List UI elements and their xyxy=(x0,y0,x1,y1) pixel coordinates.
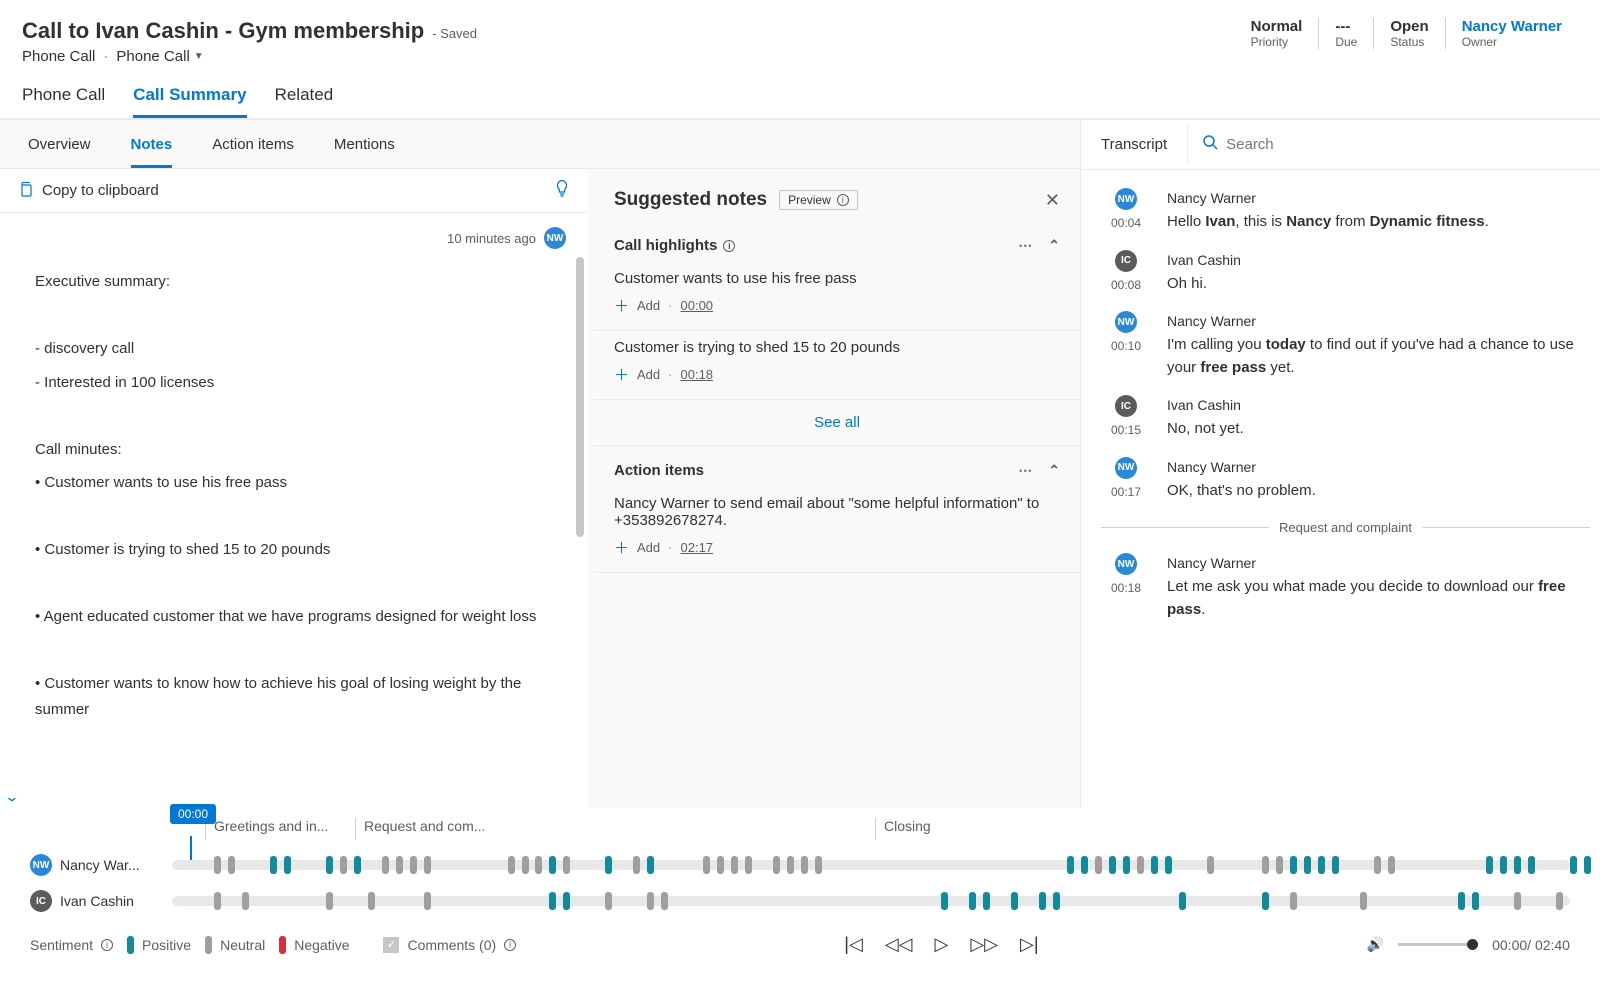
saved-indicator: - Saved xyxy=(432,26,477,41)
forward-icon[interactable]: ▷▷ xyxy=(970,934,998,955)
sentiment-track[interactable] xyxy=(172,896,1570,906)
suggested-notes-title: Suggested notes xyxy=(614,189,767,211)
preview-badge[interactable]: Preview i xyxy=(779,190,858,210)
suggested-notes-pane: Suggested notes Preview i ✕ Call highlig… xyxy=(594,169,1080,808)
transcript-row[interactable]: IC00:15 Ivan CashinNo, not yet. xyxy=(1101,387,1590,449)
header-meta-item: ---Due xyxy=(1318,18,1373,49)
speaker-avatar: NW xyxy=(1115,457,1137,479)
copy-to-clipboard-button[interactable]: Copy to clipboard xyxy=(18,181,159,201)
speaker-avatar: IC xyxy=(1115,395,1137,417)
skip-end-icon[interactable]: ▷| xyxy=(1020,934,1039,955)
scrollbar-thumb[interactable] xyxy=(576,257,584,537)
transcript-row[interactable]: NW00:04 Nancy WarnerHello Ivan, this is … xyxy=(1101,180,1590,242)
speaker-avatar: NW xyxy=(1115,553,1137,575)
sentiment-track[interactable] xyxy=(172,860,1570,870)
more-icon[interactable]: ⋯ xyxy=(1018,237,1032,254)
action-items-heading: Action items xyxy=(614,462,704,479)
note-body[interactable]: Executive summary: - discovery call- Int… xyxy=(0,257,588,808)
add-label[interactable]: Add xyxy=(637,540,660,555)
transcript-divider: Request and complaint xyxy=(1101,510,1590,545)
volume-slider[interactable] xyxy=(1398,943,1478,946)
sub-tab[interactable]: Action items xyxy=(212,136,294,168)
header-meta-item: NormalPriority xyxy=(1235,18,1319,49)
more-icon[interactable]: ⋯ xyxy=(1018,462,1032,479)
author-avatar: NW xyxy=(544,227,566,249)
volume-icon[interactable]: 🔊 xyxy=(1367,936,1384,953)
sentiment-timeline: 00:00 Greetings and in...Request and com… xyxy=(0,808,1600,920)
suggested-item: Customer is trying to shed 15 to 20 poun… xyxy=(594,331,1080,400)
note-timestamp-row: 10 minutes ago NW xyxy=(0,213,588,257)
transcript-row[interactable]: NW00:10 Nancy WarnerI'm calling you toda… xyxy=(1101,303,1590,387)
add-icon[interactable]: ＋ xyxy=(614,537,629,558)
notes-pane: Copy to clipboard 10 minutes ago NW Exec… xyxy=(0,169,594,808)
search-input[interactable] xyxy=(1226,136,1586,153)
sub-tab[interactable]: Notes xyxy=(131,136,173,168)
timeline-segment[interactable]: Greetings and in... xyxy=(205,818,355,840)
entity-type: Phone Call xyxy=(22,48,95,65)
add-icon[interactable]: ＋ xyxy=(614,364,629,385)
timestamp-link[interactable]: 00:18 xyxy=(681,367,714,382)
top-tab[interactable]: Related xyxy=(275,85,334,118)
player-bar: Sentiment i Positive Neutral Negative ✓ … xyxy=(0,920,1600,969)
suggested-item: Nancy Warner to send email about "some h… xyxy=(594,487,1080,573)
info-icon[interactable]: i xyxy=(723,240,735,252)
page-header: Call to Ivan Cashin - Gym membership - S… xyxy=(0,0,1600,69)
call-highlights-heading: Call highlights xyxy=(614,237,717,254)
transcript-row[interactable]: NW00:18 Nancy WarnerLet me ask you what … xyxy=(1101,545,1590,629)
timeline-segment[interactable]: Closing xyxy=(875,818,1435,840)
top-tab[interactable]: Phone Call xyxy=(22,85,105,118)
suggested-item: Customer wants to use his free pass ＋ Ad… xyxy=(594,262,1080,331)
info-icon[interactable]: i xyxy=(504,939,516,951)
timestamp-link[interactable]: 00:00 xyxy=(681,298,714,313)
transcript-search[interactable] xyxy=(1187,124,1600,165)
form-selector[interactable]: Phone Call ▼ xyxy=(116,48,203,65)
search-icon xyxy=(1202,134,1218,155)
sub-tab[interactable]: Mentions xyxy=(334,136,395,168)
transcript-row[interactable]: IC00:08 Ivan CashinOh hi. xyxy=(1101,242,1590,304)
add-label[interactable]: Add xyxy=(637,298,660,313)
speaker-avatar: NW xyxy=(1115,311,1137,333)
lightbulb-icon[interactable] xyxy=(554,179,570,202)
collapse-chevron-icon[interactable]: ⌃ xyxy=(4,787,19,804)
skip-start-icon[interactable]: |◁ xyxy=(844,934,863,955)
speaker-avatar: IC xyxy=(1115,250,1137,272)
close-icon[interactable]: ✕ xyxy=(1045,190,1060,211)
transcript-panel: Transcript NW00:04 Nancy WarnerHello Iva… xyxy=(1080,120,1600,808)
rewind-icon[interactable]: ◁◁ xyxy=(885,934,913,955)
page-title: Call to Ivan Cashin - Gym membership xyxy=(22,18,424,44)
sentiment-label: Sentiment xyxy=(30,937,93,953)
header-meta-item: OpenStatus xyxy=(1373,18,1444,49)
chevron-down-icon: ▼ xyxy=(194,51,204,62)
playhead-label[interactable]: 00:00 xyxy=(170,804,216,824)
transcript-title: Transcript xyxy=(1081,120,1187,169)
top-tab[interactable]: Call Summary xyxy=(133,85,246,118)
copy-icon xyxy=(18,181,34,201)
info-icon[interactable]: i xyxy=(101,939,113,951)
header-meta-item[interactable]: Nancy WarnerOwner xyxy=(1445,18,1578,49)
info-icon: i xyxy=(837,194,849,206)
sub-tab[interactable]: Overview xyxy=(28,136,91,168)
play-icon[interactable]: ▷ xyxy=(935,934,949,955)
chevron-up-icon[interactable]: ⌃ xyxy=(1048,237,1060,254)
add-icon[interactable]: ＋ xyxy=(614,295,629,316)
record-tabs: Phone Call Call Summary Related xyxy=(0,69,1600,119)
add-label[interactable]: Add xyxy=(637,367,660,382)
transcript-row[interactable]: NW00:17 Nancy WarnerOK, that's no proble… xyxy=(1101,449,1590,511)
timeline-track: NWNancy War... xyxy=(30,854,1570,876)
timeline-segment[interactable]: Request and com... xyxy=(355,818,875,840)
comments-checkbox[interactable]: ✓ xyxy=(383,937,399,953)
timeline-track: ICIvan Cashin xyxy=(30,890,1570,912)
chevron-up-icon[interactable]: ⌃ xyxy=(1048,462,1060,479)
timestamp-link[interactable]: 02:17 xyxy=(681,540,714,555)
speaker-avatar: NW xyxy=(1115,188,1137,210)
summary-sub-tabs: Overview Notes Action items Mentions xyxy=(0,120,1080,169)
see-all-link[interactable]: See all xyxy=(594,400,1080,446)
